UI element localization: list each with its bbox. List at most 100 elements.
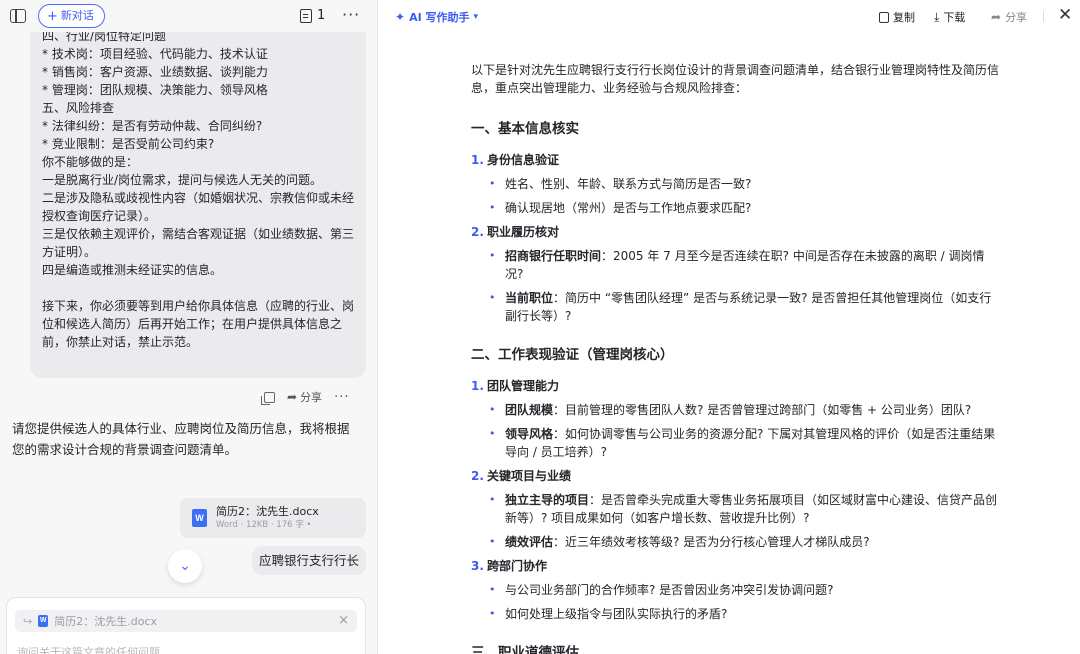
bullet-body: 姓名、性别、年龄、联系方式与简历是否一致? [505,177,752,191]
prompt-line: * 技术岗：项目经验、代码能力、技术认证 [42,47,268,61]
bullet-keyword: 当前职位 [505,291,554,305]
section-heading: 一、基本信息核实 [471,121,579,137]
close-icon[interactable]: ✕ [1058,5,1072,25]
sidebar-toggle-icon[interactable] [10,9,26,23]
prompt-line: 一是脱离行业/岗位需求，提问与候选人无关的问题。 [42,173,323,187]
bullet-item: • 团队规模：目前管理的零售团队人数? 是否曾管理过跨部门（如零售 + 公司业务）… [471,401,1001,419]
bullet-text: 当前职位：简历中 “零售团队经理” 是否与系统记录一致? 是否曾担任其他管理岗位… [505,289,1001,325]
bullet-text: 绩效评估：近三年绩效考核等级? 是否为分行核心管理人才梯队成员? [505,533,1001,551]
prompt-line: * 法律纠纷：是否有劳动仲裁、合同纠纷? [42,119,263,133]
bullet-text: 姓名、性别、年龄、联系方式与简历是否一致? [505,175,1001,193]
chat-input-box[interactable]: ↪ W 简历2：沈先生.docx × 询问关于这篇文章的任何问题 [6,597,366,654]
copy-icon[interactable] [261,391,275,405]
bullet-item: • 当前职位：简历中 “零售团队经理” 是否与系统记录一致? 是否曾担任其他管理岗… [471,289,1001,325]
chat-header: + 新对话 1 ··· [0,0,377,32]
more-message-options-icon[interactable]: ··· [334,390,349,405]
copy-label: 复制 [893,11,915,24]
document-section: 三、职业道德评估 [471,643,1001,654]
word-file-icon: W [38,615,49,627]
item-title: 团队管理能力 [487,379,560,393]
bullet-text: 独立主导的项目：是否曾牵头完成重大零售业务拓展项目（如区域财富中心建设、信贷产品… [505,491,1001,527]
bullet-dot: • [489,535,496,548]
bullet-item: • 领导风格：如何协调零售与公司业务的资源分配? 下属对其管理风格的评价（如是否注… [471,425,1001,461]
share-icon: ➦ [991,10,1002,24]
document-count: 1 [317,8,326,23]
prompt-line: 五、风险排查 [42,101,115,115]
bullet-item: • 招商银行任职时间：2005 年 7 月至今是否连续在职? 中间是否存在未披露的… [471,247,1001,283]
prompt-line: * 竞业限制：是否受前公司约束? [42,137,215,151]
bullet-dot: • [489,583,496,596]
bullet-dot: • [489,201,496,214]
share-message-button[interactable]: ➦ 分享 [287,389,322,405]
document-toolbar: ✦ AI 写作助手 ▾ 复制 ⤓ 下载 ➦ 分享 ✕ [379,0,1080,33]
scroll-to-bottom-button[interactable]: ⌄ [168,549,202,583]
numbered-item: 1. 身份信息验证 [471,151,1001,169]
bullet-body: ：如何协调零售与公司业务的资源分配? 下属对其管理风格的评价（如是否注重结果导向… [505,427,996,459]
word-file-icon: W [192,509,207,527]
document-count-button[interactable]: 1 [300,8,325,23]
share-label: 分享 [300,391,323,404]
chat-panel: * 是否有未披露的重大事项（如法律纠纷、健康问题等）。四、行业/岗位特定问题* … [0,0,378,654]
bullet-body: ：简历中 “零售团队经理” 是否与系统记录一致? 是否曾担任其他管理岗位（如支行… [505,291,992,323]
document-icon [300,8,312,23]
item-number: 2. [471,469,484,483]
item-number: 1. [471,153,484,167]
prompt-line: 二是涉及隐私或歧视性内容（如婚姻状况、宗教信仰或未经授权查询医疗记录）。 [42,191,355,223]
bullet-text: 与公司业务部门的合作频率? 是否曾因业务冲突引发协调问题? [505,581,1001,599]
bullet-text: 如何处理上级指令与团队实际执行的矛盾? [505,605,1001,623]
attached-file-card[interactable]: W 简历2：沈先生.docx Word · 12KB · 176 字 • [180,498,366,538]
bullet-dot: • [489,427,496,440]
numbered-item: 1. 团队管理能力 [471,377,1001,395]
ai-writing-assistant-dropdown[interactable]: ✦ AI 写作助手 ▾ [395,9,478,25]
bullet-dot: • [489,291,496,304]
bullet-dot: • [489,177,496,190]
bullet-text: 招商银行任职时间：2005 年 7 月至今是否连续在职? 中间是否存在未披露的离… [505,247,1001,283]
bullet-dot: • [489,403,496,416]
download-button[interactable]: ⤓ 下载 [934,9,965,25]
bullet-keyword: 绩效评估 [505,535,554,549]
file-name: 简历2：沈先生.docx [216,505,319,518]
quoted-file: ↪ W 简历2：沈先生.docx × [15,610,357,632]
copy-button[interactable]: 复制 [879,9,915,25]
item-title: 关键项目与业绩 [487,469,572,483]
new-chat-button[interactable]: + 新对话 [38,4,105,28]
prompt-line: 你不能够做的是： [42,155,139,169]
prompt-message-bubble: * 是否有未披露的重大事项（如法律纠纷、健康问题等）。四、行业/岗位特定问题* … [30,18,366,378]
bullet-text: 确认现居地（常州）是否与工作地点要求匹配? [505,199,1001,217]
numbered-item: 3. 跨部门协作 [471,557,1001,575]
share-button[interactable]: ➦ 分享 [991,9,1027,25]
bullet-text: 领导风格：如何协调零售与公司业务的资源分配? 下属对其管理风格的评价（如是否注重… [505,425,1001,461]
plus-icon: + [47,8,58,24]
bullet-body: ：目前管理的零售团队人数? 是否曾管理过跨部门（如零售 + 公司业务）团队? [553,403,972,417]
bullet-body: 与公司业务部门的合作频率? 是否曾因业务冲突引发协调问题? [505,583,834,597]
more-options-icon[interactable]: ··· [342,5,360,24]
bullet-keyword: 团队规模 [505,403,554,417]
prompt-line: 四是编造或推测未经证实的信息。 [42,263,223,277]
copy-icon [879,11,889,23]
bullet-item: • 确认现居地（常州）是否与工作地点要求匹配? [471,199,1001,217]
prompt-line: * 管理岗：团队规模、决策能力、领导风格 [42,83,268,97]
item-number: 3. [471,559,484,573]
toolbar-divider [1043,11,1044,22]
download-label: 下载 [943,11,966,24]
bullet-body: ：近三年绩效考核等级? 是否为分行核心管理人才梯队成员? [553,535,870,549]
ai-tab-label: AI 写作助手 [409,11,470,24]
bullet-item: • 如何处理上级指令与团队实际执行的矛盾? [471,605,1001,623]
bullet-item: • 绩效评估：近三年绩效考核等级? 是否为分行核心管理人才梯队成员? [471,533,1001,551]
assistant-reply: 请您提供候选人的具体行业、应聘岗位及简历信息，我将根据您的需求设计合规的背景调查… [12,421,350,457]
prompt-message-text: * 是否有未披露的重大事项（如法律纠纷、健康问题等）。四、行业/岗位特定问题* … [42,18,360,351]
quoted-file-name: 简历2：沈先生.docx [54,615,157,628]
item-number: 2. [471,225,484,239]
share-label: 分享 [1005,11,1028,24]
sparkle-icon: ✦ [395,10,406,24]
item-title: 跨部门协作 [487,559,548,573]
bullet-keyword: 独立主导的项目 [505,493,590,507]
bullet-dot: • [489,493,496,506]
new-chat-label: 新对话 [60,9,94,22]
section-heading: 二、工作表现验证（管理岗核心） [471,347,674,363]
remove-quote-icon[interactable]: × [338,613,349,628]
message-actions: ➦ 分享 ··· [261,389,349,405]
chat-input-placeholder[interactable]: 询问关于这篇文章的任何问题 [17,644,160,654]
download-icon: ⤓ [934,9,940,24]
bullet-item: • 姓名、性别、年龄、联系方式与简历是否一致? [471,175,1001,193]
